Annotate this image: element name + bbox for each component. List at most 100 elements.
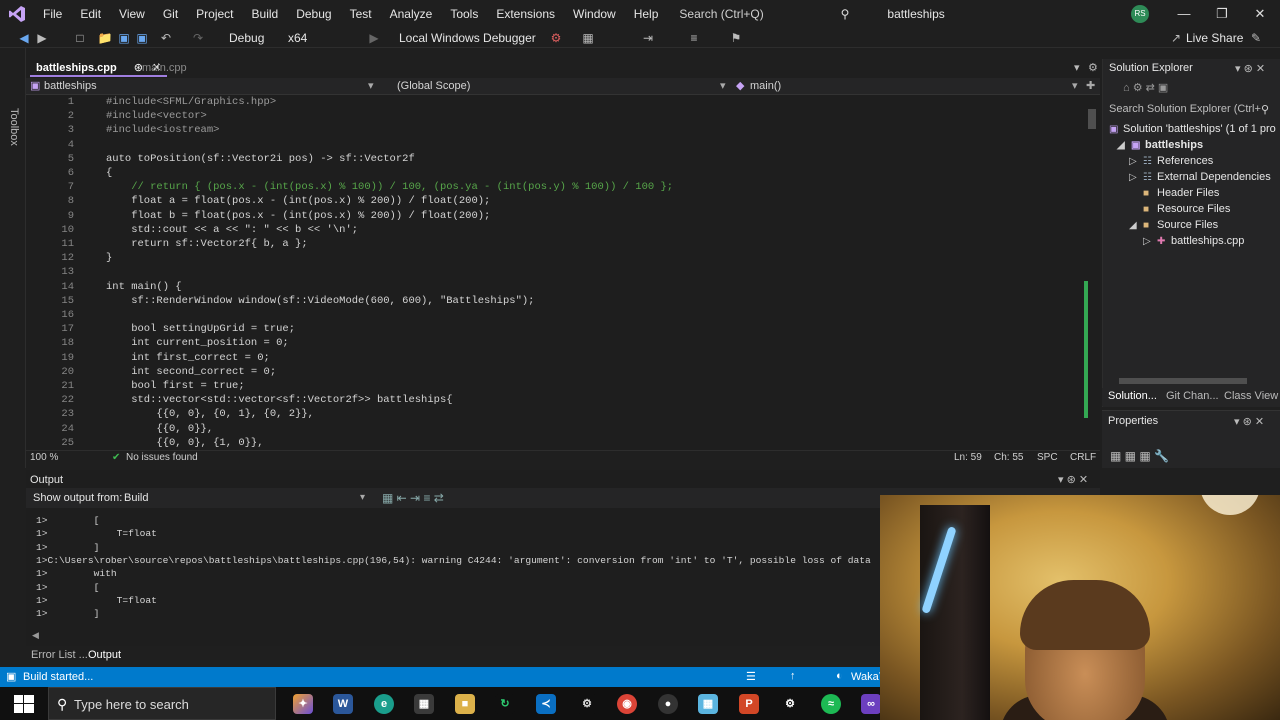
code-text[interactable]: // return { (pos.x - (int(pos.x) % 100))… (106, 180, 673, 194)
git-app-icon[interactable]: ⚙ (577, 694, 597, 714)
code-line[interactable]: 17 bool settingUpGrid = true; (26, 322, 1096, 336)
github-icon[interactable]: ● (658, 694, 678, 714)
chrome-icon[interactable]: ◉ (617, 694, 637, 714)
code-text[interactable]: bool settingUpGrid = true; (106, 322, 295, 336)
panel-menu-icon[interactable]: ▾ ⊛ ✕ (1058, 473, 1088, 486)
code-editor[interactable]: 1 #include<SFML/Graphics.hpp> 2 #include<ve… (26, 95, 1100, 450)
minimize-icon[interactable]: — (1165, 0, 1203, 28)
menu-edit[interactable]: Edit (71, 0, 110, 28)
chevron-down-icon[interactable]: ▾ (360, 492, 365, 503)
feedback-icon[interactable]: ✎ (1248, 30, 1264, 46)
whitespace-mode[interactable]: SPC (1037, 452, 1058, 463)
editor-scrollbar[interactable] (1088, 109, 1096, 129)
code-line[interactable]: 11 return sf::Vector2f{ b, a }; (26, 237, 1096, 251)
code-text[interactable]: int main() { (106, 280, 182, 294)
menu-analyze[interactable]: Analyze (381, 0, 442, 28)
tab-solution-explorer[interactable]: Solution... (1108, 390, 1157, 402)
output-line[interactable]: 1> with (36, 567, 117, 580)
code-text[interactable]: return sf::Vector2f{ b, a }; (106, 237, 307, 251)
settings-icon[interactable]: ⚙ (1088, 59, 1098, 77)
split-icon[interactable]: ✚ (1086, 78, 1095, 95)
output-line[interactable]: 1> ] (36, 541, 99, 554)
output-line[interactable]: 1> T=float (36, 527, 157, 540)
code-text[interactable]: #include<SFML/Graphics.hpp> (106, 95, 276, 109)
format-icon[interactable]: ≡ (686, 30, 702, 46)
output-line[interactable]: 1> [ (36, 581, 99, 594)
code-text[interactable]: int first_correct = 0; (106, 351, 270, 365)
output-source-dropdown[interactable]: Build (124, 492, 148, 504)
code-text[interactable]: std::cout << a << ": " << b << '\n'; (106, 223, 358, 237)
start-debug-icon[interactable]: ▶ (366, 30, 382, 46)
panel-menu-icon[interactable]: ▾ ⊛ ✕ (1235, 62, 1265, 75)
tab-class-view[interactable]: Class View (1224, 390, 1278, 402)
redo-icon[interactable]: ↷ (190, 30, 206, 46)
tree-item-header-files[interactable]: ■ Header Files (1129, 185, 1219, 201)
code-line[interactable]: 18 int current_position = 0; (26, 336, 1096, 350)
search-input[interactable]: Search (Ctrl+Q) ⚲ (673, 3, 853, 25)
wakatime-icon[interactable]: ◐ (836, 670, 843, 682)
menu-file[interactable]: File (34, 0, 71, 28)
tab-overflow-icon[interactable]: ▾ (1074, 59, 1080, 77)
code-line[interactable]: 15 sf::RenderWindow window(sf::VideoMode… (26, 294, 1096, 308)
bookmark-icon[interactable]: ⚑ (728, 30, 744, 46)
project-node[interactable]: ◢ ▣ battleships (1117, 137, 1203, 153)
close-icon[interactable]: ✕ (1241, 0, 1279, 28)
chevron-down-icon[interactable]: ▾ (720, 78, 726, 95)
code-line[interactable]: 25 {{0, 0}, {1, 0}}, (26, 436, 1096, 450)
word-icon[interactable]: W (333, 694, 353, 714)
code-text[interactable]: auto toPosition(sf::Vector2i pos) -> sf:… (106, 152, 415, 166)
expand-icon[interactable]: ◢ (1129, 218, 1143, 234)
menu-tools[interactable]: Tools (441, 0, 487, 28)
vscode-icon[interactable]: ≺ (536, 694, 556, 714)
code-line[interactable]: 6{ (26, 166, 1096, 180)
file-explorer-icon[interactable]: ■ (455, 694, 475, 714)
code-line[interactable]: 7 // return { (pos.x - (int(pos.x) % 100… (26, 180, 1096, 194)
code-text[interactable]: bool first = true; (106, 379, 244, 393)
step-icon[interactable]: ⇥ (640, 30, 656, 46)
scroll-left-icon[interactable]: ◀ (32, 630, 39, 641)
debugger-dropdown[interactable]: Local Windows Debugger (399, 31, 536, 45)
open-folder-icon[interactable]: 📁 (97, 30, 113, 46)
forward-icon[interactable]: ▶ (34, 30, 50, 46)
edge-icon[interactable]: e (374, 694, 394, 714)
tab-git-changes[interactable]: Git Chan... (1166, 390, 1219, 402)
code-line[interactable]: 12} (26, 251, 1096, 265)
menu-test[interactable]: Test (341, 0, 381, 28)
code-text[interactable]: } (106, 251, 112, 265)
undo-icon[interactable]: ↶ (158, 30, 174, 46)
source-control-icon[interactable]: ↑ (790, 670, 796, 682)
zoom-level[interactable]: 100 % (30, 452, 58, 463)
issues-status[interactable]: No issues found (126, 452, 198, 463)
line-endings[interactable]: CRLF (1070, 452, 1096, 463)
code-line[interactable]: 1 #include<SFML/Graphics.hpp> (26, 95, 1096, 109)
menu-git[interactable]: Git (154, 0, 187, 28)
notification-icon[interactable]: ☰ (746, 670, 756, 683)
windows-start-icon[interactable] (14, 695, 34, 713)
code-line[interactable]: 22 std::vector<std::vector<sf::Vector2f>… (26, 393, 1096, 407)
tree-item-external-dependencies[interactable]: ▷ ☷ External Dependencies (1129, 169, 1271, 185)
tree-item-source-files[interactable]: ◢ ■ Source Files (1129, 217, 1218, 233)
platform-dropdown[interactable]: x64 (288, 31, 307, 45)
code-text[interactable]: #include<vector> (106, 109, 207, 123)
properties-toolbar-icons[interactable]: ▦ ▦ ▦ 🔧 (1110, 449, 1169, 463)
code-line[interactable]: 23 {{0, 0}, {0, 1}, {0, 2}}, (26, 407, 1096, 421)
code-text[interactable]: {{0, 0}, {1, 0}}, (106, 436, 263, 450)
tab-main-cpp[interactable]: main.cpp (142, 59, 187, 77)
save-all-icon[interactable]: ▣ (134, 30, 150, 46)
hot-reload-icon[interactable]: ⚙ (548, 30, 564, 46)
code-line[interactable]: 2 #include<vector> (26, 109, 1096, 123)
code-line[interactable]: 5 auto toPosition(sf::Vector2i pos) -> sf… (26, 152, 1096, 166)
settings-icon[interactable]: ⚙ (780, 694, 800, 714)
solution-toolbar-icons[interactable]: ⌂ ⚙ ⇄ ▣ (1123, 81, 1168, 94)
sync-app-icon[interactable]: ↻ (495, 694, 515, 714)
notes-icon[interactable]: ▦ (698, 694, 718, 714)
code-text[interactable]: std::vector<std::vector<sf::Vector2f>> b… (106, 393, 452, 407)
code-text[interactable]: {{0, 0}, {0, 1}, {0, 2}}, (106, 407, 314, 421)
copilot-icon[interactable]: ✦ (293, 694, 313, 714)
menu-window[interactable]: Window (564, 0, 625, 28)
taskbar-search-input[interactable]: ⚲ Type here to search (48, 687, 276, 720)
code-line[interactable]: 19 int first_correct = 0; (26, 351, 1096, 365)
tree-item-resource-files[interactable]: ■ Resource Files (1129, 201, 1230, 217)
scope-dropdown[interactable]: (Global Scope) (397, 78, 470, 95)
visual-studio-taskbar-icon[interactable]: ∞ (861, 694, 881, 714)
